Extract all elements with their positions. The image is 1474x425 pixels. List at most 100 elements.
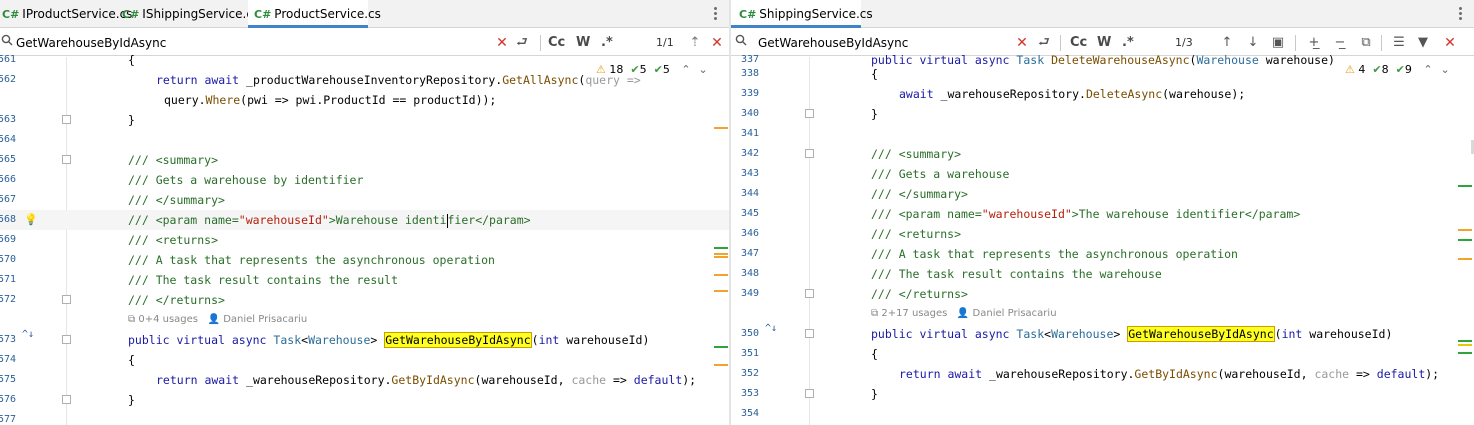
right-tab-bar: C# ShippingService.cs — [731, 0, 1474, 28]
chevron-down-icon[interactable]: ⌄ — [699, 63, 708, 76]
error-stripe-mark[interactable] — [1458, 340, 1472, 342]
check-icon: ✔ — [630, 63, 640, 76]
error-stripe-mark[interactable] — [714, 253, 728, 255]
line-number: 576 — [0, 394, 16, 405]
fold-marker[interactable] — [62, 295, 71, 304]
code-line: 350 ^↓ public virtual async Task<Warehouse… — [731, 322, 1474, 344]
error-stripe-mark[interactable] — [1458, 185, 1472, 187]
fold-marker[interactable] — [62, 395, 71, 404]
implementation-arrow-icon[interactable]: ^↓ — [22, 328, 34, 342]
tab-ishippingservice[interactable]: C# IShippingService.cs — [118, 0, 259, 28]
line-number: 568 — [0, 214, 16, 225]
error-stripe-mark[interactable] — [714, 346, 728, 348]
code-text: await _warehouseRepository.DeleteAsync(w… — [899, 87, 1246, 101]
current-code-line: 568 💡 /// <param name="warehouseId">Wareho… — [0, 210, 729, 230]
fold-marker[interactable] — [62, 335, 71, 344]
code-line: 341 — [731, 124, 1474, 144]
separator — [540, 35, 541, 51]
code-line: 340} — [731, 104, 1474, 124]
error-stripe-mark[interactable] — [1458, 229, 1472, 231]
author-name: Daniel Prisacariu — [972, 308, 1057, 319]
error-stripe-mark[interactable] — [1458, 239, 1472, 241]
code-text: public virtual async Task<Warehouse> Get… — [128, 332, 650, 348]
fold-marker[interactable] — [805, 289, 814, 298]
usages-count[interactable]: 2+17 usages — [881, 308, 947, 319]
right-code-editor[interactable]: 337 public virtual async Task DeleteWareh… — [731, 53, 1474, 425]
code-line: 570 /// A task that represents the asynch… — [0, 250, 729, 270]
fold-marker[interactable] — [62, 115, 71, 124]
info-count: 5 — [662, 63, 670, 76]
code-line: 569 /// <returns> — [0, 230, 729, 250]
search-match-highlight: GetWarehouseByIdAsync — [1127, 326, 1275, 342]
bulb-icon[interactable]: 💡 — [24, 212, 38, 227]
text-caret — [446, 213, 448, 228]
code-text: return await _warehouseRepository.GetByI… — [899, 367, 1440, 381]
line-number: 341 — [740, 128, 759, 139]
error-stripe-mark[interactable] — [714, 290, 728, 292]
line-number: 352 — [740, 368, 759, 379]
left-code-editor[interactable]: 561 { 562 return await _productWarehouseIn… — [0, 53, 729, 425]
check-icon: ✔ — [1372, 63, 1382, 76]
chevron-up-icon[interactable]: ⌃ — [681, 63, 690, 76]
error-stripe-mark[interactable] — [714, 274, 728, 276]
implementation-arrow-icon[interactable]: ^↓ — [765, 322, 777, 336]
weak-warning-count: 5 — [639, 63, 647, 76]
error-stripe-mark[interactable] — [1458, 258, 1472, 260]
line-number: 571 — [0, 274, 16, 285]
tab-overflow-menu-icon[interactable] — [708, 6, 722, 22]
code-line: 353} — [731, 384, 1474, 404]
code-text: /// <param name="warehouseId">Warehouse … — [128, 213, 531, 228]
weak-warning-count: 8 — [1381, 63, 1389, 76]
fold-marker[interactable] — [805, 329, 814, 338]
code-lens[interactable]: ⧉ 2+17 usages 👤 Daniel Prisacariu — [871, 304, 1057, 324]
line-number: 353 — [740, 388, 759, 399]
csharp-file-icon: C# — [2, 8, 20, 21]
chevron-down-icon[interactable]: ⌄ — [1441, 63, 1450, 76]
line-number: 565 — [0, 154, 16, 165]
code-line: 566 /// Gets a warehouse by identifier — [0, 170, 729, 190]
usages-count[interactable]: 0+4 usages — [138, 314, 198, 325]
line-number: 351 — [740, 348, 759, 359]
separator — [1381, 35, 1382, 51]
check-icon: ✔ — [1395, 63, 1405, 76]
error-stripe-mark[interactable] — [1458, 352, 1472, 354]
tab-overflow-menu-icon[interactable] — [1453, 6, 1467, 22]
fold-marker[interactable] — [62, 155, 71, 164]
code-line: 343 /// Gets a warehouse — [731, 164, 1474, 184]
error-stripe-mark[interactable] — [714, 364, 728, 366]
fold-marker[interactable] — [805, 109, 814, 118]
csharp-file-icon: C# — [739, 8, 757, 21]
author-icon: 👤 — [956, 308, 973, 319]
line-number: 347 — [740, 248, 759, 259]
warning-icon: ⚠ — [1345, 63, 1355, 76]
code-text: /// <param name="warehouseId">The wareho… — [871, 207, 1301, 221]
tab-shippingservice[interactable]: C# ShippingService.cs — [731, 0, 873, 28]
code-text: /// A task that represents the asynchron… — [871, 247, 1238, 261]
line-number: 577 — [0, 414, 16, 425]
usages-icon: ⧉ — [871, 308, 882, 319]
code-text: /// <returns> — [871, 227, 962, 241]
usages-icon: ⧉ — [128, 314, 139, 325]
error-stripe-mark[interactable] — [714, 247, 728, 249]
code-text: { — [128, 53, 135, 67]
fold-marker[interactable] — [805, 149, 814, 158]
inspection-widget[interactable]: ⚠ 4 ✔8 ✔9 ⌃ ⌄ — [1345, 62, 1450, 78]
chevron-up-icon[interactable]: ⌃ — [1423, 63, 1432, 76]
code-lens[interactable]: ⧉ 0+4 usages 👤 Daniel Prisacariu — [128, 310, 307, 330]
inspection-widget[interactable]: ⚠ 18 ✔5 ✔5 ⌃ ⌄ — [596, 62, 708, 78]
error-stripe-mark[interactable] — [714, 127, 728, 129]
tab-iproductservice[interactable]: C# IProductService.cs — [0, 0, 132, 28]
error-stripe-mark[interactable] — [1458, 344, 1472, 346]
line-number: 339 — [740, 88, 759, 99]
fold-marker[interactable] — [805, 389, 814, 398]
code-line: 563} — [0, 110, 729, 130]
tab-productservice[interactable]: C# ProductService.cs — [248, 0, 381, 28]
error-stripe-mark[interactable] — [714, 256, 728, 258]
line-number: 563 — [0, 114, 16, 125]
code-text: } — [128, 113, 135, 127]
author-icon: 👤 — [207, 314, 224, 325]
warning-count: 18 — [609, 63, 624, 76]
code-line: 339 await _warehouseRepository.DeleteAsyn… — [731, 84, 1474, 104]
line-number: 573 — [0, 334, 16, 345]
code-line: 571 /// The task result contains the resu… — [0, 270, 729, 290]
